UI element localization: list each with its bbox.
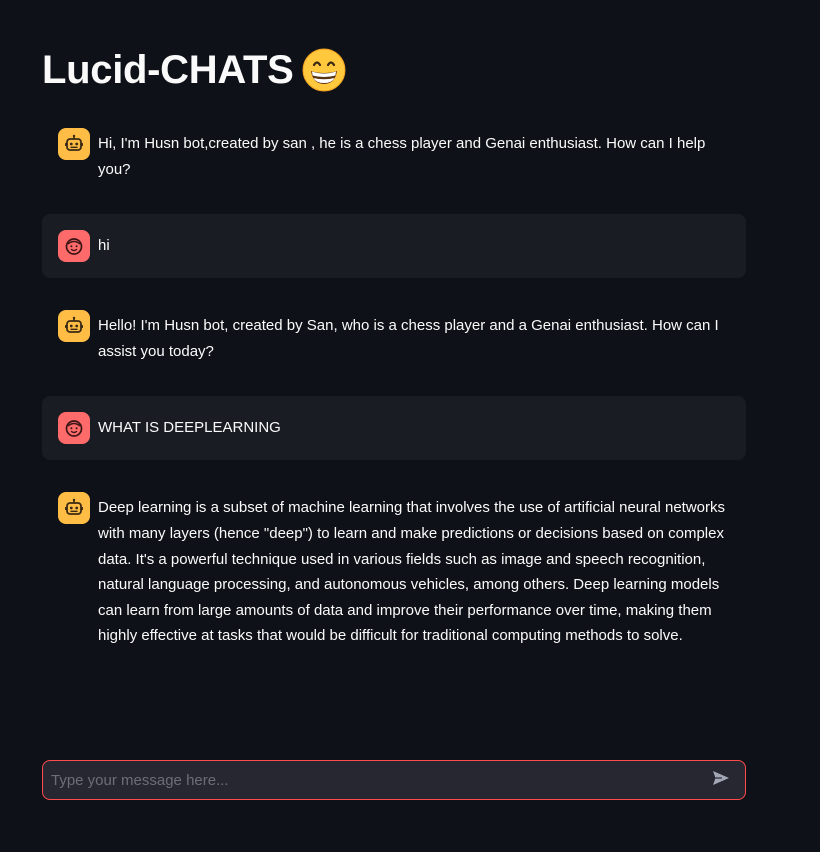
chat-message-text: Hello! I'm Husn bot, created by San, who… — [98, 317, 719, 360]
chat-message-assistant: Hi, I'm Husn bot,created by san , he is … — [42, 112, 746, 198]
robot-icon — [58, 128, 90, 160]
robot-icon — [58, 310, 90, 343]
robot-icon — [58, 492, 90, 525]
face-icon — [58, 230, 90, 263]
chat-message-assistant: Hello! I'm Husn bot, created by San, who… — [42, 294, 746, 380]
chat-input[interactable] — [43, 761, 703, 799]
chat-input-container — [42, 760, 746, 800]
send-button[interactable] — [703, 762, 739, 798]
chat-message-text: WHAT IS DEEPLEARNING — [98, 419, 281, 437]
chat-message-assistant: Deep learning is a subset of machine lea… — [42, 476, 746, 665]
page-title: Lucid-CHATS — [42, 44, 346, 96]
send-icon — [711, 768, 731, 793]
chat-message-text: Hi, I'm Husn bot,created by san , he is … — [98, 135, 706, 178]
chat-message-user: hi — [42, 214, 746, 279]
chat-message-text: Deep learning is a subset of machine lea… — [98, 499, 726, 645]
grinning-face-emoji-icon — [302, 48, 346, 92]
chat-message-list: Hi, I'm Husn bot,created by san , he is … — [42, 112, 746, 665]
face-icon — [58, 412, 90, 445]
page-title-text: Lucid-CHATS — [42, 47, 294, 92]
chat-message-user: WHAT IS DEEPLEARNING — [42, 396, 746, 461]
app-root: Lucid-CHATS Hi, I'm Husn bot,created by … — [0, 0, 820, 852]
chat-message-text: hi — [98, 237, 110, 255]
